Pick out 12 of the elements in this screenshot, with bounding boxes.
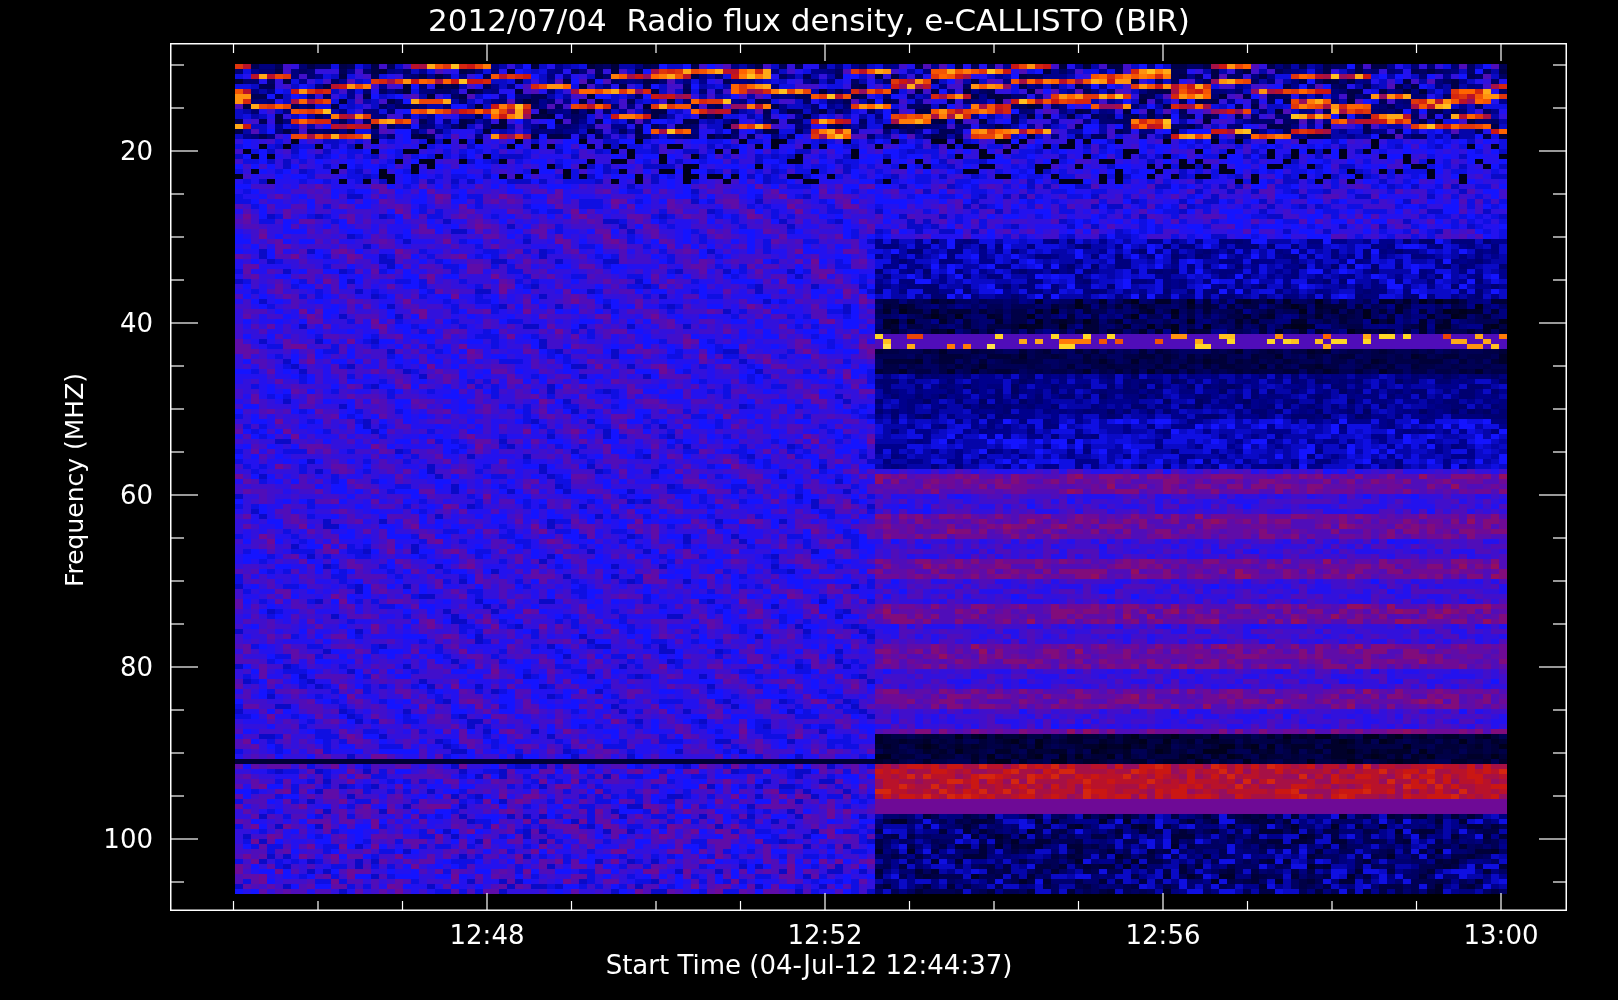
axis-label: Frequency (MHZ) [59,372,89,588]
axis-tick-label: 80 [119,654,153,680]
axis-tick-label: 12:52 [787,922,863,948]
axis-tick-label: 13:00 [1463,922,1539,948]
axis-tick-label: 40 [119,310,153,336]
axis-label: Start Time (04-Jul-12 12:44:37) [604,950,1014,980]
axis-tick-label: 12:48 [449,922,525,948]
axis-tick-label: 60 [119,482,153,508]
axis-tick-label: 20 [119,138,153,164]
axis-tick-label: 100 [103,826,153,852]
axis-tick-label: 12:56 [1125,922,1201,948]
chart-title: 2012/07/04 Radio flux density, e-CALLISTO (BIR) [427,2,1191,38]
